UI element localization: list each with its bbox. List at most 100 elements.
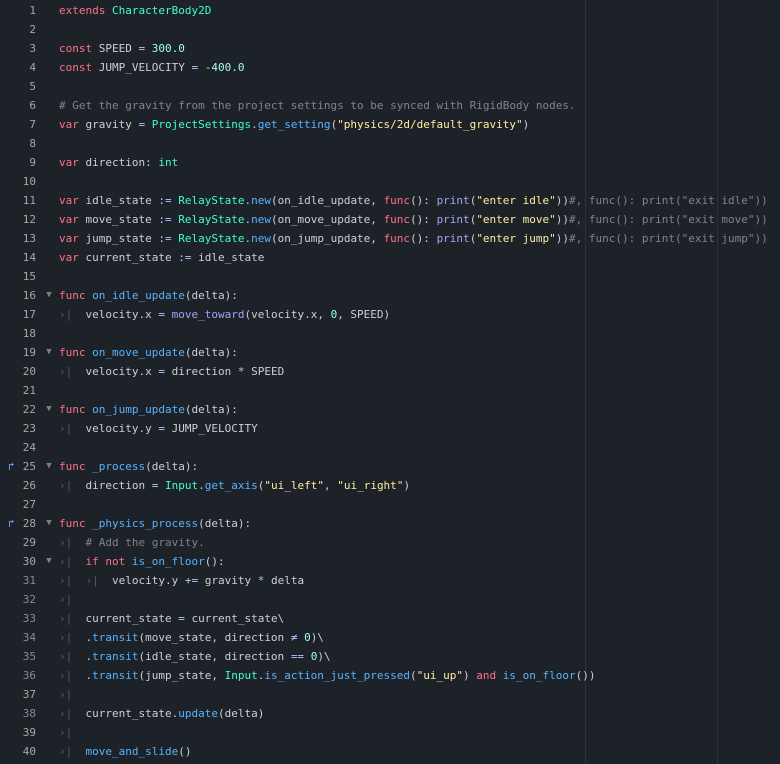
code-content[interactable]: ›| .transit(idle_state, direction == 0)\ [59, 647, 331, 666]
line-number[interactable]: 6 [0, 96, 36, 115]
code-line[interactable]: 6 # Get the gravity from the project sett… [0, 96, 780, 115]
code-content[interactable]: var gravity = ProjectSettings.get_settin… [59, 115, 529, 134]
line-number[interactable]: 7 [0, 115, 36, 134]
code-content[interactable]: ›| move_and_slide() [59, 742, 191, 761]
code-line[interactable]: 30 ▼ ›| if not is_on_floor(): [0, 552, 780, 571]
code-line[interactable]: 38 ›| current_state.update(delta) [0, 704, 780, 723]
code-content[interactable]: var jump_state := RelayState.new(on_jump… [59, 229, 768, 248]
line-number[interactable]: 12 [0, 210, 36, 229]
line-number[interactable]: 36 [0, 666, 36, 685]
line-number[interactable]: 20 [0, 362, 36, 381]
code-line[interactable]: 22 ▼ func on_jump_update(delta): [0, 400, 780, 419]
code-content[interactable]: ›| direction = Input.get_axis("ui_left", … [59, 476, 410, 495]
fold-chevron-icon[interactable]: ▼ [44, 552, 54, 571]
code-content[interactable]: ›| current_state = current_state\ [59, 609, 284, 628]
code-content[interactable]: func on_move_update(delta): [59, 343, 238, 362]
code-content[interactable]: func _physics_process(delta): [59, 514, 251, 533]
line-number[interactable]: 1 [0, 1, 36, 20]
code-line[interactable]: 1 extends CharacterBody2D [0, 1, 780, 20]
line-number[interactable]: 26 [0, 476, 36, 495]
line-number[interactable]: 15 [0, 267, 36, 286]
code-line[interactable]: 17 ›| velocity.x = move_toward(velocity.x,… [0, 305, 780, 324]
code-line[interactable]: 31 ›| ›| velocity.y += gravity * delta [0, 571, 780, 590]
code-line[interactable]: 11 var idle_state := RelayState.new(on_id… [0, 191, 780, 210]
code-content[interactable]: ›| [59, 723, 86, 742]
line-number[interactable]: 13 [0, 229, 36, 248]
line-number[interactable]: 21 [0, 381, 36, 400]
code-line[interactable]: 7 var gravity = ProjectSettings.get_setti… [0, 115, 780, 134]
code-content[interactable]: ›| velocity.y = JUMP_VELOCITY [59, 419, 258, 438]
code-line[interactable]: 10 [0, 172, 780, 191]
code-line[interactable]: 18 [0, 324, 780, 343]
code-line[interactable]: 2 [0, 20, 780, 39]
line-number[interactable]: 11 [0, 191, 36, 210]
code-line[interactable]: 26 ›| direction = Input.get_axis("ui_left"… [0, 476, 780, 495]
code-line[interactable]: 39 ›| [0, 723, 780, 742]
code-content[interactable]: ›| .transit(move_state, direction ≠ 0)\ [59, 628, 324, 647]
line-number[interactable]: 30 [0, 552, 36, 571]
code-content[interactable]: func _process(delta): [59, 457, 198, 476]
code-line[interactable]: 29 ›| # Add the gravity. [0, 533, 780, 552]
line-number[interactable]: 3 [0, 39, 36, 58]
code-line[interactable]: 5 [0, 77, 780, 96]
code-content[interactable]: ›| [59, 685, 86, 704]
line-number[interactable]: 31 [0, 571, 36, 590]
line-number[interactable]: 32 [0, 590, 36, 609]
code-content[interactable]: ›| [59, 590, 86, 609]
line-number[interactable]: 14 [0, 248, 36, 267]
code-line[interactable]: 33 ›| current_state = current_state\ [0, 609, 780, 628]
code-line[interactable]: 12 var move_state := RelayState.new(on_mo… [0, 210, 780, 229]
line-number[interactable]: 8 [0, 134, 36, 153]
code-content[interactable]: ›| if not is_on_floor(): [59, 552, 225, 571]
fold-chevron-icon[interactable]: ▼ [44, 400, 54, 419]
override-method-icon[interactable]: ↱ [8, 517, 21, 530]
code-content[interactable]: ›| current_state.update(delta) [59, 704, 264, 723]
code-editor[interactable]: 1 extends CharacterBody2D 2 3 const SPEED = … [0, 1, 780, 761]
line-number[interactable]: 23 [0, 419, 36, 438]
code-content[interactable]: func on_idle_update(delta): [59, 286, 238, 305]
line-number[interactable]: 29 [0, 533, 36, 552]
code-line[interactable]: 14 var current_state := idle_state [0, 248, 780, 267]
code-content[interactable]: var direction: int [59, 153, 178, 172]
line-number[interactable]: 19 [0, 343, 36, 362]
line-number[interactable]: 38 [0, 704, 36, 723]
code-line[interactable]: 34 ›| .transit(move_state, direction ≠ 0)\ [0, 628, 780, 647]
line-number[interactable]: 27 [0, 495, 36, 514]
code-content[interactable]: const JUMP_VELOCITY = -400.0 [59, 58, 244, 77]
code-content[interactable]: ›| velocity.x = move_toward(velocity.x, 0… [59, 305, 390, 324]
code-line[interactable]: 23 ›| velocity.y = JUMP_VELOCITY [0, 419, 780, 438]
code-line[interactable]: 24 [0, 438, 780, 457]
code-line[interactable]: 19 ▼ func on_move_update(delta): [0, 343, 780, 362]
code-line[interactable]: 25 ↱ ▼ func _process(delta): [0, 457, 780, 476]
code-line[interactable]: 20 ›| velocity.x = direction * SPEED [0, 362, 780, 381]
code-content[interactable]: ›| ›| velocity.y += gravity * delta [59, 571, 304, 590]
code-content[interactable]: # Get the gravity from the project setti… [59, 96, 576, 115]
code-content[interactable]: extends CharacterBody2D [59, 1, 211, 20]
code-line[interactable]: 21 [0, 381, 780, 400]
code-line[interactable]: 37 ›| [0, 685, 780, 704]
code-line[interactable]: 8 [0, 134, 780, 153]
line-number[interactable]: 17 [0, 305, 36, 324]
line-number[interactable]: 24 [0, 438, 36, 457]
fold-chevron-icon[interactable]: ▼ [44, 343, 54, 362]
line-number[interactable]: 22 [0, 400, 36, 419]
line-number[interactable]: 39 [0, 723, 36, 742]
code-line[interactable]: 9 var direction: int [0, 153, 780, 172]
code-content[interactable]: var idle_state := RelayState.new(on_idle… [59, 191, 768, 210]
code-line[interactable]: 15 [0, 267, 780, 286]
line-number[interactable]: 4 [0, 58, 36, 77]
fold-chevron-icon[interactable]: ▼ [44, 514, 54, 533]
code-content[interactable]: const SPEED = 300.0 [59, 39, 185, 58]
code-line[interactable]: 35 ›| .transit(idle_state, direction == 0)… [0, 647, 780, 666]
fold-chevron-icon[interactable]: ▼ [44, 457, 54, 476]
line-number[interactable]: 10 [0, 172, 36, 191]
code-line[interactable]: 27 [0, 495, 780, 514]
line-number[interactable]: 5 [0, 77, 36, 96]
code-content[interactable]: ›| # Add the gravity. [59, 533, 205, 552]
code-line[interactable]: 32 ›| [0, 590, 780, 609]
line-number[interactable]: 2 [0, 20, 36, 39]
code-line[interactable]: 28 ↱ ▼ func _physics_process(delta): [0, 514, 780, 533]
line-number[interactable]: 33 [0, 609, 36, 628]
code-line[interactable]: 13 var jump_state := RelayState.new(on_ju… [0, 229, 780, 248]
code-line[interactable]: 16 ▼ func on_idle_update(delta): [0, 286, 780, 305]
